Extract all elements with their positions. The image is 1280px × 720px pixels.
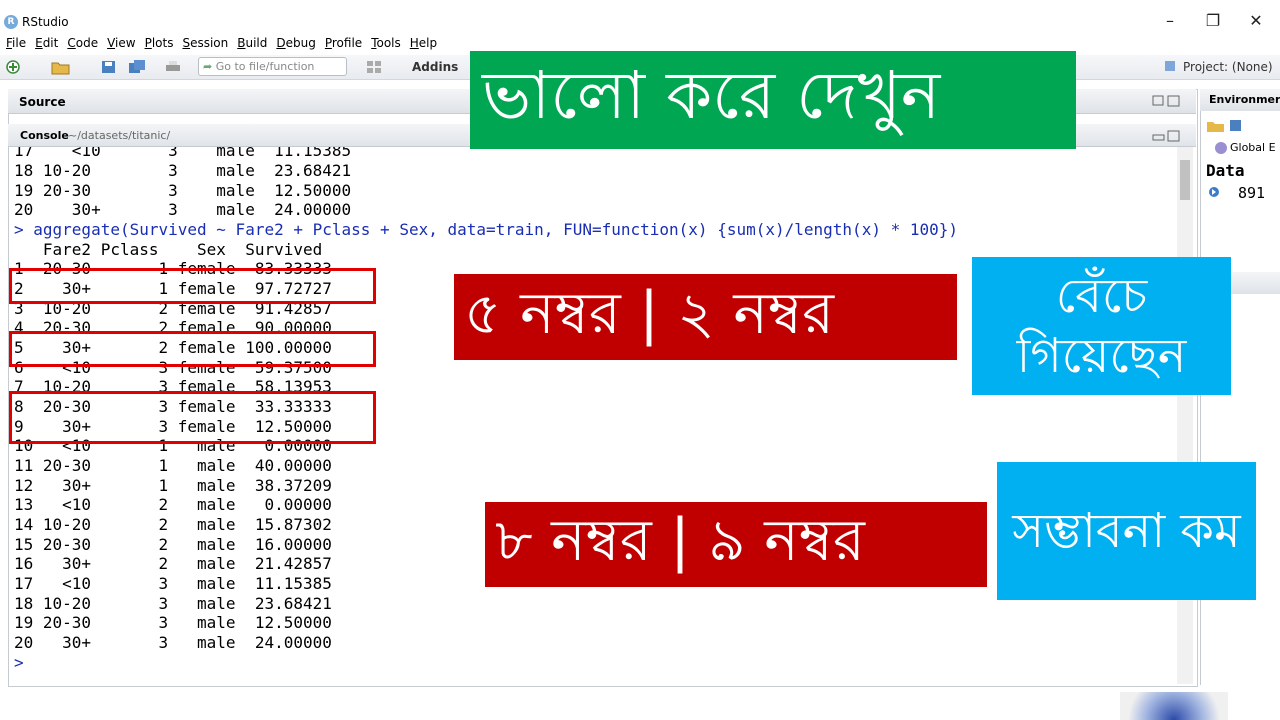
console-line: 19 20-30 3 male 12.50000 [14, 181, 352, 200]
menu-edit[interactable]: Edit [35, 36, 58, 50]
console-line: 18 10-20 3 male 23.68421 [14, 594, 332, 613]
save-all-icon[interactable] [128, 59, 146, 75]
print-icon[interactable] [164, 59, 182, 75]
highlight-rows-8-9 [9, 391, 376, 444]
console-line: 17 <10 3 male 11.15385 [14, 574, 332, 593]
console-scrollbar[interactable] [1177, 147, 1193, 684]
console-line: 20 30+ 3 male 24.00000 [14, 633, 332, 652]
menu-session[interactable]: Session [182, 36, 228, 50]
go-to-file-input[interactable]: ➦ Go to file/function [198, 57, 347, 76]
menu-tools[interactable]: Tools [371, 36, 401, 50]
console-prompt[interactable]: > [14, 653, 24, 672]
new-file-icon[interactable] [5, 59, 23, 75]
restore-pane-icon[interactable] [1152, 94, 1182, 111]
maximize-button[interactable]: ❐ [1195, 8, 1231, 34]
title-bar [0, 0, 1280, 36]
corner-decoration [1120, 692, 1228, 720]
expand-icon[interactable] [1208, 186, 1220, 201]
menu-profile[interactable]: Profile [325, 36, 362, 50]
load-workspace-icon[interactable] [1206, 117, 1246, 136]
minimize-pane-icon[interactable] [1152, 129, 1182, 146]
menu-help[interactable]: Help [410, 36, 437, 50]
console-line: 12 30+ 1 male 38.37209 [14, 476, 332, 495]
console-command: > aggregate(Survived ~ Fare2 + Pclass + … [14, 220, 959, 239]
console-line: 14 10-20 2 male 15.87302 [14, 515, 332, 534]
console-line: 11 20-30 1 male 40.00000 [14, 456, 332, 475]
goto-placeholder: Go to file/function [215, 60, 315, 73]
save-icon[interactable] [100, 59, 118, 75]
project-icon [1163, 59, 1177, 76]
window-title: RStudio [22, 15, 69, 29]
menu-debug[interactable]: Debug [276, 36, 315, 50]
survivors-rows-banner: ৫ নম্বর | ২ নম্বর [454, 274, 957, 360]
addins-button[interactable]: Addins [412, 60, 458, 74]
goto-arrow-icon: ➦ [203, 60, 213, 73]
console-line: 17 <10 3 male 11.15385 [14, 147, 352, 160]
low-chance-label: সম্ভাবনা কম [997, 462, 1256, 600]
global-environment-selector[interactable]: Global E [1230, 141, 1276, 154]
menu-build[interactable]: Build [237, 36, 267, 50]
console-path: ~/datasets/titanic/ [68, 129, 171, 142]
open-folder-icon[interactable] [51, 59, 70, 75]
console-line: 16 30+ 2 male 21.42857 [14, 554, 332, 573]
highlight-banner: ভালো করে দেখুন [470, 51, 1076, 149]
env-data-value: 891 [1238, 184, 1266, 202]
low-chance-rows-banner: ৮ নম্বর | ৯ নম্বর [485, 502, 987, 587]
env-section-data: Data [1206, 161, 1245, 180]
project-selector[interactable]: Project: (None) [1183, 60, 1273, 74]
rstudio-logo-icon: R [4, 15, 18, 29]
console-line: 20 30+ 3 male 24.00000 [14, 200, 352, 219]
console-line: 15 20-30 2 male 16.00000 [14, 535, 332, 554]
tab-console[interactable]: Console [20, 129, 69, 142]
console-line: 18 10-20 3 male 23.68421 [14, 161, 352, 180]
tab-source[interactable]: Source [19, 95, 66, 109]
tab-environment[interactable]: Environmer [1209, 93, 1280, 106]
close-button[interactable]: ✕ [1238, 8, 1274, 34]
console-line: 19 20-30 3 male 12.50000 [14, 613, 332, 632]
highlight-row-5 [9, 331, 376, 367]
global-env-icon [1214, 141, 1228, 158]
highlight-row-2 [9, 268, 376, 304]
console-table-header: Fare2 Pclass Sex Survived [14, 240, 323, 259]
menu-file[interactable]: File [6, 36, 26, 50]
menu-code[interactable]: Code [67, 36, 98, 50]
menu-view[interactable]: View [107, 36, 135, 50]
survived-label: বেঁচে গিয়েছেন [972, 257, 1231, 395]
grid-layout-icon[interactable] [365, 59, 383, 75]
menu-plots[interactable]: Plots [145, 36, 174, 50]
console-line: 13 <10 2 male 0.00000 [14, 495, 332, 514]
console-scroll-thumb[interactable] [1180, 160, 1190, 200]
minimize-button[interactable]: – [1152, 8, 1188, 34]
